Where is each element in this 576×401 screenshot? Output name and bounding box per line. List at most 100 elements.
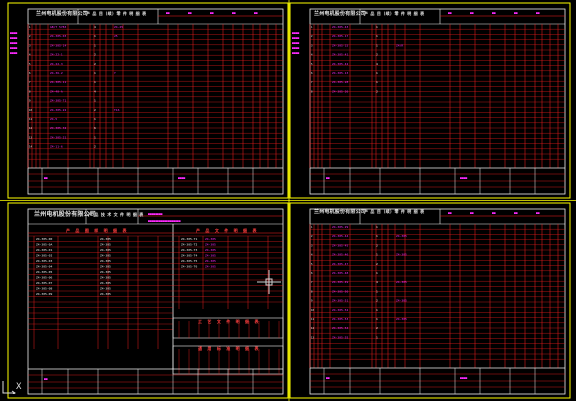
row-name: Z4-305 [205,243,216,247]
row-name: Z4-305 [205,237,216,241]
row-qty: Z4-305 [100,287,111,291]
footer-marker: ■■ [44,377,48,381]
side-label: ■■■■ [292,41,299,45]
row-code: Z4-305-32 [50,126,66,130]
row-qty: 1 [94,99,96,103]
row-index: 1 [311,25,313,29]
row-qty: 1 [376,80,378,84]
row-index: 5 [311,62,313,66]
row-qty: Z4-305 [100,243,111,247]
row-code: Z4-305-50 [332,289,348,293]
row-index: 10 [29,108,33,112]
row-code: Z4-305-T3 [181,248,197,252]
row-qty: Z4-305 [100,281,111,285]
row-qty: 1 [376,234,378,238]
row-name: T16 [114,108,120,112]
row-code: Z4-305-28 [332,80,348,84]
row-qty: 6 [94,126,96,130]
row-code: Z4-305-43 [332,25,348,29]
row-code: Z4-305-51 [332,299,348,303]
footer-marker: ■■■■ [178,176,185,180]
row-code: Z4-305-49 [332,280,348,284]
row-index: 1 [29,25,31,29]
cad-drawing-canvas[interactable]: ■■ ■■ ■■ ■■ ■■GB/T 5783 4 Z4-251Z4-305-03 1 252Z… [0,0,576,401]
header-marker: ■■ [232,11,236,15]
row-qty: 1 [376,225,378,229]
sheet-3-standard-section-title: 通 用 标 准 明 细 表 [198,346,260,351]
side-label: ■■■■ [10,41,17,45]
row-code: Z4-305-71 [50,99,66,103]
row-code: Z4-305-08 [36,287,52,291]
header-marker: ■■ [492,11,496,15]
row-code: Z4-22-3 [50,62,63,66]
row-code: Z4-305-T1 [181,237,197,241]
row-qty: 4 [376,280,378,284]
row-index: 4 [311,53,313,57]
footer-marker: ■■ [326,376,330,380]
side-label: ■■■■ [10,46,17,50]
row-code: Z4-305-09 [36,292,52,296]
header-marker: ■■ [166,11,170,15]
row-code: Z4-305-48 [332,271,348,275]
sheet-3-doc-title: 产 品 技 术 文 件 明 细 表 [88,212,144,217]
row-index: 12 [311,326,315,330]
header-marker: ■■ [492,211,496,215]
row-code: Z4-305-29 [332,225,348,229]
row-code: Z4-36-2 [50,71,63,75]
row-name: Z4-305 [396,299,407,303]
header-marker: ■■■■■■■■■■■■■■■■■■ [148,219,181,223]
row-code: Z4-305-06 [36,276,52,280]
sheet-3-left-section-title: 产 品 图 样 明 细 表 [66,228,128,233]
row-code: Z4-305-02 [36,254,52,258]
sheet-4-doc-title: 产 品 目 (续) 零 件 明 细 表 [364,209,425,214]
row-index: 14 [29,145,33,149]
row-code: Z4-305-21 [50,135,66,139]
row-qty: 1 [376,317,378,321]
row-index: 5 [311,262,313,266]
row-qty: 1 [94,135,96,139]
row-code: Z4-305-03 [36,259,52,263]
sheet-1-company: 兰州电机股份有限公司 [36,11,89,17]
row-index: 6 [311,71,313,75]
header-marker: ■■ [448,11,452,15]
row-code: Z4-305-42 [332,62,348,66]
row-code: Z4-305-07 [36,281,52,285]
row-index: 13 [29,135,33,139]
row-qty: 2 [376,326,378,330]
row-name: Z4-305 [205,254,216,258]
row-index: 3 [311,243,313,247]
row-index: 3 [29,43,31,47]
row-qty: 1 [94,117,96,121]
row-qty: 1 [94,80,96,84]
row-name: Z4-305 [396,280,407,284]
row-qty: 4 [94,25,96,29]
row-qty: Z4-305 [100,237,111,241]
row-code: Z4-305-T2 [181,243,197,247]
row-code: Z4-305-47 [332,262,348,266]
sheet-4-company: 兰州电机股份有限公司 [314,209,367,215]
header-marker: ■■■■■■■■ [148,212,163,216]
header-marker: ■■ [514,11,518,15]
row-code: Z4-305-17 [332,34,348,38]
row-code: Z4-305-13 [332,71,348,75]
header-marker: ■■ [470,211,474,215]
row-qty: 4 [94,89,96,93]
row-qty: 1 [376,271,378,275]
row-code: Z4-305-03 [50,34,66,38]
row-code: Z4-305-26 [332,89,348,93]
row-qty: 2 [94,145,96,149]
header-marker: ■■ [536,11,540,15]
row-code: Z4-305-52 [332,308,348,312]
row-code: Z4-305-01 [36,248,52,252]
header-marker: ■■ [188,11,192,15]
row-qty: 2 [376,243,378,247]
footer-marker: ■■■■ [460,376,467,380]
row-index: 7 [311,280,313,284]
row-qty: Z4-305 [100,292,111,296]
side-label: ■■■■ [10,31,17,35]
row-qty: 2 [376,299,378,303]
row-index: 7 [311,80,313,84]
row-code: Z4-305-T6 [181,265,197,269]
row-code: Z4-22-1 [50,53,63,57]
side-label: ■■■■ [292,46,299,50]
